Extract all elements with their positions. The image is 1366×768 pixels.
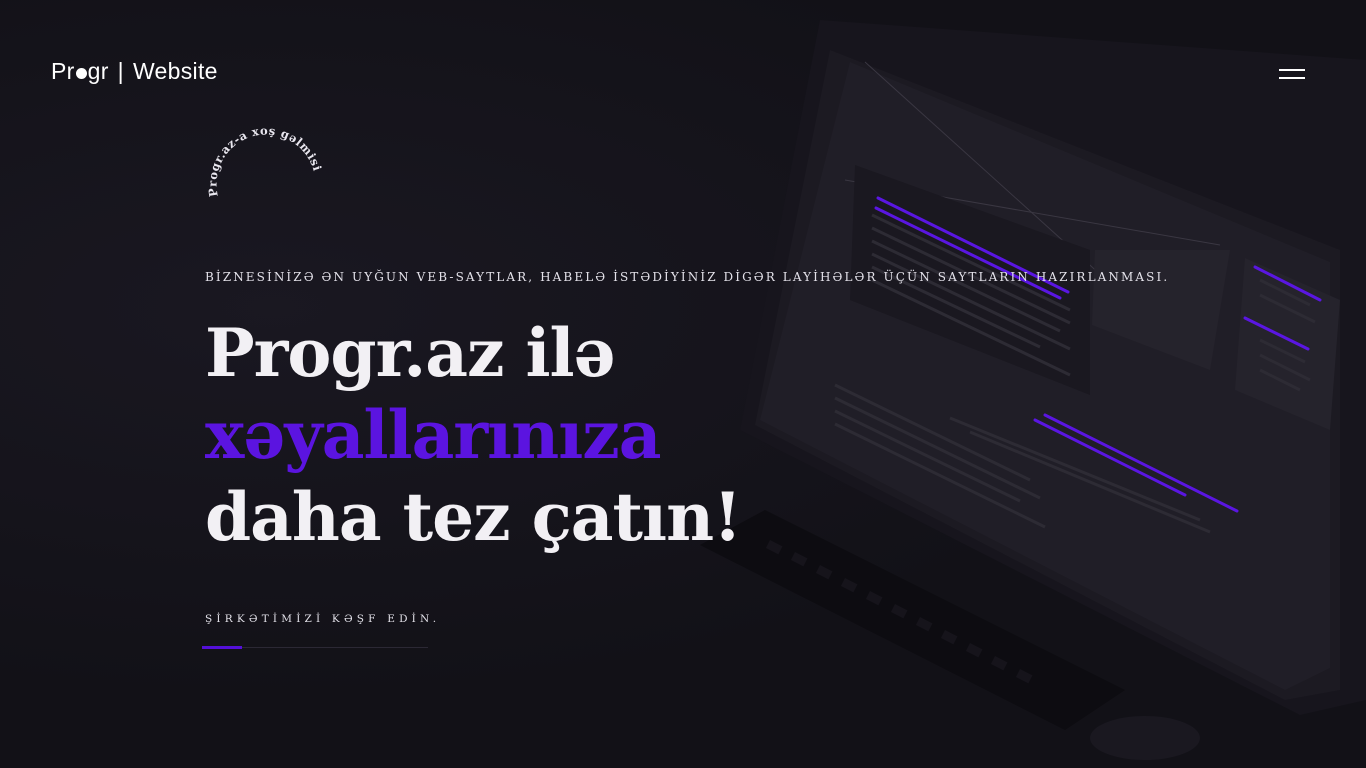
- headline-line-1: Progr.az ilə: [205, 314, 616, 392]
- logo-suffix: gr: [87, 58, 109, 84]
- headline-line-2: xəyallarınıza: [205, 396, 662, 474]
- logo-site-label: Website: [132, 58, 218, 84]
- logo-prefix: Pr: [51, 58, 75, 84]
- hero-headline: Progr.az ilə xəyallarınıza daha tez çatı…: [205, 312, 742, 558]
- discover-company-link[interactable]: ŞİRKƏTİMİZİ KƏŞF EDİN.: [205, 613, 440, 625]
- computer-illustration: [700, 20, 1366, 760]
- site-logo[interactable]: Pr gr | Website: [51, 58, 218, 85]
- svg-text:Progr.az-a xoş gəlmisiz!: Progr.az-a xoş gəlmisiz!: [190, 110, 325, 198]
- discover-underline-accent: [202, 646, 242, 649]
- logo-dot-icon: [75, 68, 87, 79]
- hamburger-menu-icon[interactable]: [1278, 64, 1308, 82]
- welcome-arc-text: Progr.az-a xoş gəlmisiz!: [190, 110, 324, 198]
- menu-line-top: [1279, 69, 1305, 71]
- headline-line-3: daha tez çatın!: [205, 478, 742, 556]
- welcome-arc-badge: Progr.az-a xoş gəlmisiz!: [190, 110, 325, 198]
- menu-line-bottom: [1279, 77, 1305, 79]
- logo-separator: |: [117, 58, 124, 84]
- hero-tagline: BİZNESİNİZƏ ƏN UYĞUN VEB-SAYTLAR, HABELƏ…: [205, 270, 1170, 284]
